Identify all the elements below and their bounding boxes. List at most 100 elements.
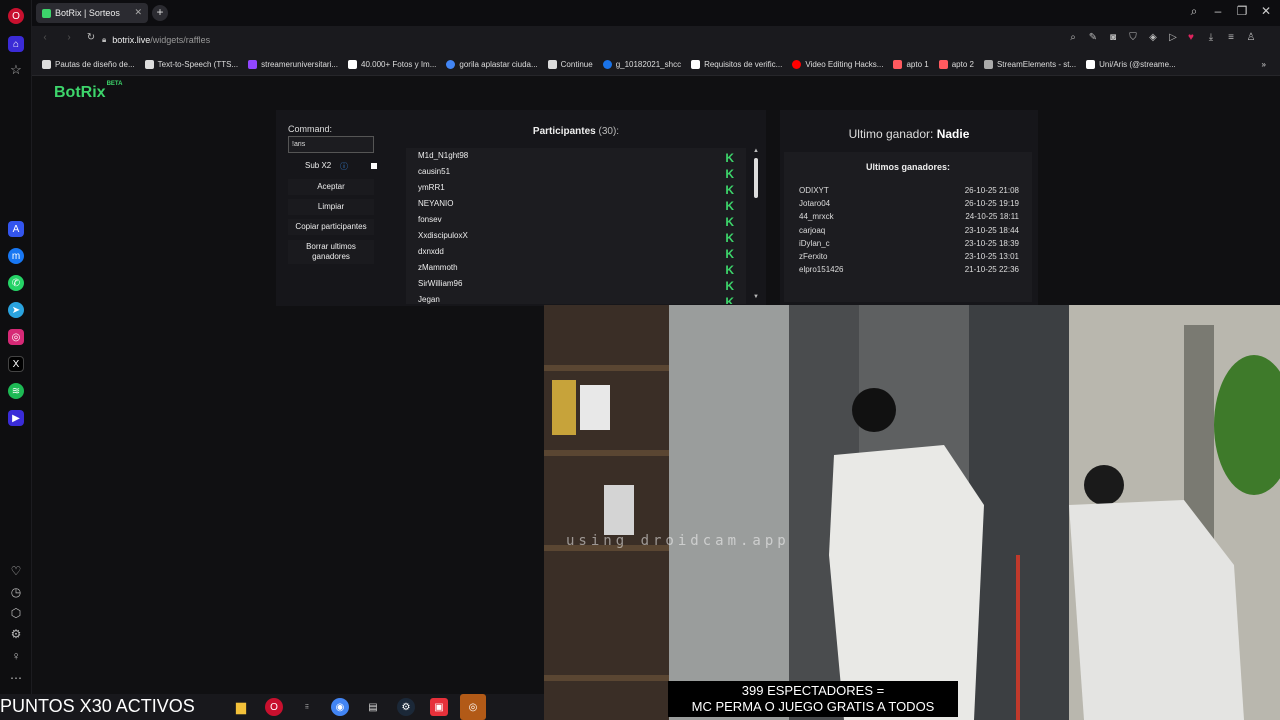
bookmark-item[interactable]: streameruniversitari... [248,60,338,69]
participants-list[interactable]: M1d_N1ght98 K causin51 K ymRR1 K NEYANIO K f… [406,148,746,304]
telegram-icon[interactable]: ➤ [8,302,24,318]
back-icon[interactable]: ‹ [38,32,52,43]
file-explorer-icon[interactable]: ▆ [232,698,250,716]
search-tabs-icon[interactable]: ⌕ [1184,4,1204,19]
camera-icon[interactable]: ◙ [1106,32,1120,43]
bookmarks-overflow-icon[interactable]: » [1262,60,1266,69]
bookmark-favicon-icon [248,60,258,69]
kick-icon: K [725,279,734,293]
url-path: /widgets/raffles [150,35,211,45]
sub-x2-option[interactable]: Sub X2 ⓘ [288,160,388,174]
bookmark-item[interactable]: gorila aplastar ciuda... [446,60,538,69]
obs-icon[interactable]: ◎ [460,694,486,720]
kick-icon: K [725,263,734,277]
info-icon[interactable]: ⓘ [340,161,348,172]
webcam-feed: using droidcam.app 399 ESPECTADORES = MC… [544,305,1280,720]
instagram-icon[interactable]: ◎ [8,329,24,345]
x-icon[interactable]: X [8,356,24,372]
bookmark-item[interactable]: StreamElements - st... [983,60,1076,69]
bookmark-favicon-icon [42,60,51,69]
scroll-thumb[interactable] [754,158,758,198]
opera-icon[interactable]: O [265,698,283,716]
profile-icon[interactable]: ♙ [1244,32,1258,43]
bookmark-item[interactable]: Continue [547,60,593,69]
bookmark-item[interactable]: Pautas de diseño de... [42,60,135,69]
pinboard-icon[interactable]: ☆ [8,62,24,78]
steam-icon[interactable]: ⚙ [397,698,415,716]
last-winner-title: Ultimo ganador: Nadie [848,127,970,141]
bookmark-item[interactable]: Requisitos de verific... [691,60,782,69]
vpn-icon[interactable]: ◈ [1146,32,1160,43]
bookmark-favicon-icon [144,60,154,69]
tab-favicon-icon [42,8,51,18]
participant-row: causin51 K [418,167,734,181]
bookmark-item[interactable]: apto 1 [893,60,929,69]
messenger-icon[interactable]: m [8,248,24,264]
bookmark-item[interactable]: Uni/Aris (@streame... [1086,60,1176,69]
winners-panel: Ultimo ganador: Nadie Ultimos ganadores:… [780,110,1038,306]
close-tab-icon[interactable]: ✕ [134,7,142,18]
aria-icon[interactable]: A [8,221,24,237]
menu-icon[interactable]: ≡ [1224,32,1238,43]
tab-botrix[interactable]: BotRix | Sorteos ✕ [36,3,148,23]
bookmark-favicon-icon [938,60,948,69]
game-icon[interactable]: ▣ [430,698,448,716]
url-field[interactable]: 🔒︎ botrix.live /widgets/raffles [102,31,1002,49]
participants-scrollbar[interactable]: ▲ ▼ [752,148,760,304]
bookmark-item[interactable]: Video Editing Hacks... [792,60,883,69]
bookmark-favicon-icon [602,60,612,69]
delete-winners-button[interactable]: Borrar ultimos ganadores [288,240,374,264]
calculator-icon[interactable]: ▤ [364,698,382,716]
scroll-up-icon[interactable]: ▲ [753,148,759,154]
edit-icon[interactable]: ✎ [1086,32,1100,43]
history-icon[interactable]: ◷ [8,584,24,600]
whatsapp-icon[interactable]: ✆ [8,275,24,291]
favorite-heart-icon[interactable]: ♥ [1184,32,1198,43]
minimize-icon[interactable]: – [1208,4,1228,18]
botrix-logo[interactable]: BotRixBETA [54,81,122,102]
accept-button[interactable]: Aceptar [288,179,374,195]
bookmark-item[interactable]: Text-to-Speech (TTS... [144,60,238,69]
winners-title: Ultimos ganadores: [865,162,950,172]
home-icon[interactable]: ⌂ [8,36,24,52]
tips-icon[interactable]: ♀ [8,648,24,664]
search-icon[interactable]: ⌕ [1066,32,1080,43]
reload-icon[interactable]: ↻ [84,32,98,43]
kick-icon: K [725,231,734,245]
app-icon[interactable]: ⠿ [298,698,316,716]
winner-row: ODIXYT 26-10-25 21:08 [799,186,1019,195]
clear-button[interactable]: Limpiar [288,199,374,215]
new-tab-button[interactable]: + [152,5,168,21]
extensions-icon[interactable]: ⬡ [8,605,24,621]
scroll-down-icon[interactable]: ▼ [753,294,759,300]
spotify-icon[interactable]: ≋ [8,383,24,399]
kick-icon: K [725,151,734,165]
command-input[interactable] [288,136,374,153]
kick-icon: K [725,167,734,181]
bookmark-item[interactable]: 40.000+ Fotos y Im... [348,60,436,69]
shield-icon[interactable]: ⛉ [1126,32,1140,43]
player-icon[interactable]: ▶ [8,410,24,426]
bookmark-favicon-icon [691,60,701,69]
play-icon[interactable]: ▷ [1166,32,1180,43]
bookmark-favicon-icon [446,60,456,69]
bookmark-item[interactable]: apto 2 [938,60,974,69]
download-icon[interactable]: ⤓ [1204,32,1218,43]
participants-title: Participantes (30): [532,126,620,137]
heart-icon[interactable]: ♡ [8,563,24,579]
bookmark-item[interactable]: g_10182021_shcc [602,60,681,69]
kick-icon: K [725,183,734,197]
copy-participants-button[interactable]: Copiar participantes [288,219,374,235]
close-window-icon[interactable]: ✕ [1256,4,1276,18]
opera-logo-icon[interactable]: O [8,8,24,24]
droidcam-watermark: using droidcam.app [566,533,790,549]
chrome-icon[interactable]: ◉ [331,698,349,716]
maximize-icon[interactable]: ❐ [1232,4,1252,18]
kick-icon: K [725,215,734,229]
sub-x2-checkbox[interactable] [371,163,377,169]
more-icon[interactable]: ⋯ [8,670,24,686]
bookmarks-bar: Pautas de diseño de... Text-to-Speech (T… [32,54,1280,76]
forward-icon[interactable]: › [62,32,76,43]
participant-row: dxnxdd K [418,247,734,261]
settings-icon[interactable]: ⚙ [8,626,24,642]
